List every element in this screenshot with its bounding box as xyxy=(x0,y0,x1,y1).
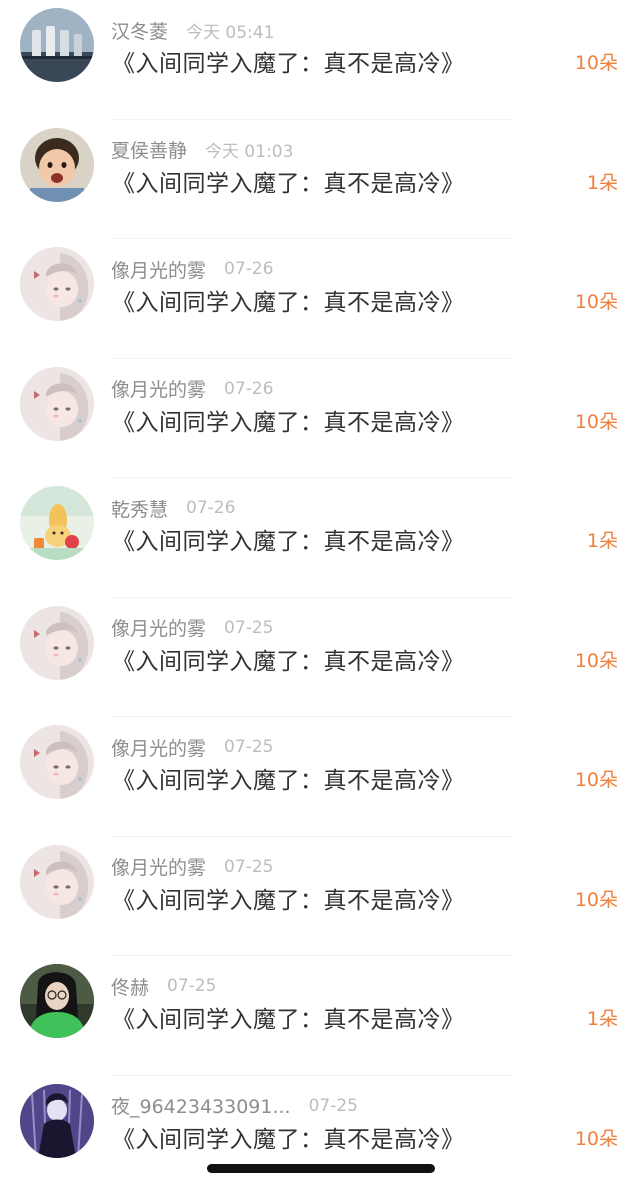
avatar[interactable] xyxy=(20,606,94,680)
timestamp: 今天 01:03 xyxy=(205,137,293,162)
gift-count: 10朵 xyxy=(575,765,618,792)
avatar[interactable] xyxy=(20,964,94,1038)
item-meta: 乾秀慧 07-26 xyxy=(111,496,235,520)
avatar-dark-figure-image xyxy=(20,1084,94,1158)
book-title[interactable]: 《入间同学入魔了：真不是高冷》 xyxy=(112,642,465,676)
avatar[interactable] xyxy=(20,128,94,202)
username[interactable]: 像月光的雾 xyxy=(111,853,206,880)
gift-count: 10朵 xyxy=(575,885,618,912)
list-item[interactable]: 夏侯善静 今天 01:03 《入间同学入魔了：真不是高冷》 1朵 xyxy=(0,120,640,240)
item-meta: 夏侯善静 今天 01:03 xyxy=(111,138,293,162)
gift-count: 10朵 xyxy=(575,48,618,75)
gift-count: 1朵 xyxy=(587,526,618,553)
list-item[interactable]: 像月光的雾 07-26 《入间同学入魔了：真不是高冷》 10朵 xyxy=(0,359,640,479)
book-title[interactable]: 《入间同学入魔了：真不是高冷》 xyxy=(112,283,465,317)
book-title[interactable]: 《入间同学入魔了：真不是高冷》 xyxy=(112,761,465,795)
item-meta: 像月光的雾 07-25 xyxy=(111,855,273,879)
item-meta: 像月光的雾 07-26 xyxy=(111,377,273,401)
book-title[interactable]: 《入间同学入魔了：真不是高冷》 xyxy=(112,164,465,198)
item-meta: 夜_96423433091... 07-25 xyxy=(111,1094,358,1118)
username[interactable]: 像月光的雾 xyxy=(111,734,206,761)
avatar-bottles-image xyxy=(20,8,94,82)
username[interactable]: 像月光的雾 xyxy=(111,614,206,641)
username[interactable]: 像月光的雾 xyxy=(111,375,206,402)
avatar-anime-girl-image xyxy=(20,845,94,919)
username[interactable]: 乾秀慧 xyxy=(111,495,168,522)
avatar-anime-girl-image xyxy=(20,725,94,799)
gift-count: 1朵 xyxy=(587,168,618,195)
list-item[interactable]: 像月光的雾 07-26 《入间同学入魔了：真不是高冷》 10朵 xyxy=(0,239,640,359)
timestamp: 07-25 xyxy=(224,857,273,877)
list-item[interactable]: 乾秀慧 07-26 《入间同学入魔了：真不是高冷》 1朵 xyxy=(0,478,640,598)
gift-count: 10朵 xyxy=(575,287,618,314)
username[interactable]: 像月光的雾 xyxy=(111,256,206,283)
avatar-child-image xyxy=(20,128,94,202)
book-title[interactable]: 《入间同学入魔了：真不是高冷》 xyxy=(112,403,465,437)
avatar-anime-girl-image xyxy=(20,367,94,441)
gift-count: 10朵 xyxy=(575,407,618,434)
timestamp: 07-25 xyxy=(167,976,216,996)
list-item[interactable]: 佟赫 07-25 《入间同学入魔了：真不是高冷》 1朵 xyxy=(0,956,640,1076)
timestamp: 07-25 xyxy=(309,1096,358,1116)
username[interactable]: 夏侯善静 xyxy=(111,136,187,163)
avatar-anime-girl-image xyxy=(20,247,94,321)
avatar-anime-girl-image xyxy=(20,606,94,680)
username[interactable]: 汉冬菱 xyxy=(111,17,168,44)
list-item[interactable]: 汉冬菱 今天 05:41 《入间同学入魔了：真不是高冷》 10朵 xyxy=(0,0,640,120)
item-meta: 汉冬菱 今天 05:41 xyxy=(111,18,274,42)
list-item[interactable]: 像月光的雾 07-25 《入间同学入魔了：真不是高冷》 10朵 xyxy=(0,598,640,718)
username[interactable]: 夜_96423433091... xyxy=(111,1092,291,1119)
book-title[interactable]: 《入间同学入魔了：真不是高冷》 xyxy=(112,44,465,78)
timestamp: 07-25 xyxy=(224,737,273,757)
timestamp: 07-26 xyxy=(224,259,273,279)
item-meta: 像月光的雾 07-25 xyxy=(111,616,273,640)
book-title[interactable]: 《入间同学入魔了：真不是高冷》 xyxy=(112,1000,465,1034)
avatar[interactable] xyxy=(20,486,94,560)
gift-count: 10朵 xyxy=(575,1124,618,1151)
avatar[interactable] xyxy=(20,247,94,321)
avatar-green-girl-image xyxy=(20,964,94,1038)
item-meta: 佟赫 07-25 xyxy=(111,974,216,998)
timestamp: 07-26 xyxy=(224,379,273,399)
avatar[interactable] xyxy=(20,1084,94,1158)
avatar[interactable] xyxy=(20,8,94,82)
book-title[interactable]: 《入间同学入魔了：真不是高冷》 xyxy=(112,1120,465,1154)
timestamp: 今天 05:41 xyxy=(186,18,274,43)
gift-record-list: 汉冬菱 今天 05:41 《入间同学入魔了：真不是高冷》 10朵 夏侯善静 今天… xyxy=(0,0,640,1195)
list-item[interactable]: 像月光的雾 07-25 《入间同学入魔了：真不是高冷》 10朵 xyxy=(0,837,640,957)
book-title[interactable]: 《入间同学入魔了：真不是高冷》 xyxy=(112,522,465,556)
gift-count: 10朵 xyxy=(575,646,618,673)
list-item[interactable]: 像月光的雾 07-25 《入间同学入魔了：真不是高冷》 10朵 xyxy=(0,717,640,837)
avatar[interactable] xyxy=(20,725,94,799)
home-indicator[interactable] xyxy=(207,1164,435,1173)
list-item[interactable]: 夜_96423433091... 07-25 《入间同学入魔了：真不是高冷》 1… xyxy=(0,1076,640,1195)
avatar[interactable] xyxy=(20,845,94,919)
avatar-cartoon-image xyxy=(20,486,94,560)
avatar[interactable] xyxy=(20,367,94,441)
item-meta: 像月光的雾 07-26 xyxy=(111,257,273,281)
username[interactable]: 佟赫 xyxy=(111,973,149,1000)
item-meta: 像月光的雾 07-25 xyxy=(111,735,273,759)
timestamp: 07-25 xyxy=(224,618,273,638)
timestamp: 07-26 xyxy=(186,498,235,518)
gift-count: 1朵 xyxy=(587,1004,618,1031)
book-title[interactable]: 《入间同学入魔了：真不是高冷》 xyxy=(112,881,465,915)
